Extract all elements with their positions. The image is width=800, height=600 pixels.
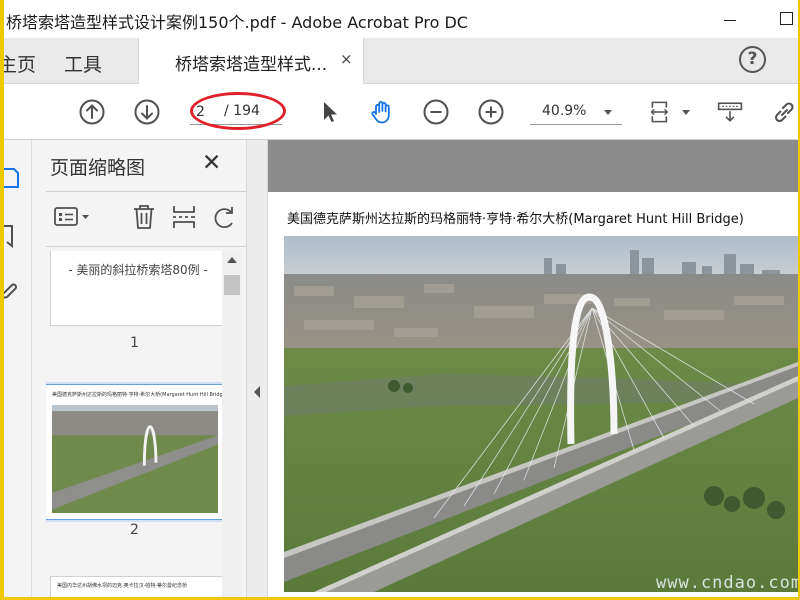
acrobat-window: 桥塔索塔造型样式设计案例150个.pdf - Adobe Acrobat Pro… <box>4 0 798 597</box>
page-number-input[interactable] <box>196 102 212 122</box>
rotate-page-icon[interactable] <box>210 203 238 231</box>
page-number-box: / 194 <box>190 99 282 125</box>
page-caption: 美国德克萨斯州达拉斯的玛格丽特·亨特·希尔大桥(Margaret Hunt Hi… <box>287 212 744 227</box>
nav-home[interactable]: 主页 <box>4 50 36 77</box>
page-fit-icon[interactable] <box>648 98 680 126</box>
chevron-left-icon[interactable] <box>254 386 260 398</box>
thumbnail-text: - 美丽的斜拉桥索塔80例 - <box>68 263 208 277</box>
extract-page-icon[interactable] <box>170 203 198 231</box>
chevron-down-icon[interactable] <box>682 110 690 115</box>
pdf-page: 美国德克萨斯州达拉斯的玛格丽特·亨特·希尔大桥(Margaret Hunt Hi… <box>268 192 798 597</box>
thumbnail-caption: 美国内华达州胡佛水坝的迈克·奥卡拉汉-帕特·蒂尔曼纪念桥 <box>57 583 187 589</box>
thumbnail-scrollbar[interactable] <box>222 251 242 597</box>
arrow-down-circle-icon[interactable] <box>133 98 161 126</box>
chevron-down-icon <box>604 110 612 115</box>
tab-bar: 主页 工具 桥塔索塔造型样式... × ? <box>4 38 798 84</box>
scrollbar-thumb[interactable] <box>224 275 240 295</box>
document-tab-label: 桥塔索塔造型样式... <box>175 55 328 75</box>
thumbnail-page-1[interactable]: - 美丽的斜拉桥索塔80例 - <box>50 251 224 326</box>
zoom-out-icon[interactable] <box>422 98 450 126</box>
zoom-in-icon[interactable] <box>477 98 505 126</box>
bridge-photo <box>284 236 798 592</box>
page-thumbnails-panel: 页面缩略图 ✕ - 美丽的斜拉桥索塔80例 - 1 美国德克萨斯州达拉斯的玛格丽… <box>32 140 246 597</box>
scroll-mode-icon[interactable] <box>716 98 748 126</box>
bookmark-icon[interactable] <box>4 224 22 248</box>
scroll-up-icon[interactable] <box>227 257 237 263</box>
select-cursor-icon[interactable] <box>316 98 344 126</box>
title-bar: 桥塔索塔造型样式设计案例150个.pdf - Adobe Acrobat Pro… <box>4 0 798 38</box>
thumbnail-caption: 美国德克萨斯州达拉斯的玛格丽特·亨特·希尔大桥(Margaret Hunt Hi… <box>52 392 228 398</box>
zoom-value: 40.9% <box>542 103 587 119</box>
minimize-button[interactable] <box>718 6 742 30</box>
main-toolbar: / 194 40.9% <box>4 84 798 140</box>
nav-tools[interactable]: 工具 <box>64 50 102 77</box>
thumbnail-bridge-photo <box>52 405 218 513</box>
previous-page-area <box>268 140 798 192</box>
delete-page-icon[interactable] <box>130 203 158 231</box>
panel-collapse-bar[interactable] <box>246 140 268 597</box>
window-title: 桥塔索塔造型样式设计案例150个.pdf - Adobe Acrobat Pro… <box>6 13 468 32</box>
document-tab[interactable]: 桥塔索塔造型样式... × <box>138 38 364 84</box>
thumbnail-list[interactable]: - 美丽的斜拉桥索塔80例 - 1 美国德克萨斯州达拉斯的玛格丽特·亨特·希尔大… <box>46 251 242 597</box>
help-icon[interactable]: ? <box>739 46 766 73</box>
thumbnail-options-icon[interactable] <box>54 203 94 231</box>
left-rail <box>4 140 32 597</box>
zoom-dropdown[interactable]: 40.9% <box>530 99 622 125</box>
arrow-up-circle-icon[interactable] <box>78 98 106 126</box>
link-icon[interactable] <box>770 98 798 126</box>
thumbnail-page-3[interactable]: 美国内华达州胡佛水坝的迈克·奥卡拉汉-帕特·蒂尔曼纪念桥 <box>50 576 224 597</box>
watermark-text: www.cndao.com <box>656 573 798 593</box>
page-thumbnails-icon[interactable] <box>4 166 22 190</box>
panel-title: 页面缩略图 <box>50 157 146 179</box>
hand-icon[interactable] <box>368 98 396 126</box>
thumbnail-page-number: 1 <box>130 335 139 351</box>
thumbnail-page-number: 2 <box>130 522 139 538</box>
panel-toolbar <box>46 191 246 247</box>
maximize-button[interactable] <box>774 6 798 30</box>
attachment-icon[interactable] <box>4 278 22 302</box>
close-panel-icon[interactable]: ✕ <box>202 150 221 176</box>
page-total: / 194 <box>224 103 260 119</box>
document-view[interactable]: 美国德克萨斯州达拉斯的玛格丽特·亨特·希尔大桥(Margaret Hunt Hi… <box>268 140 798 597</box>
thumbnail-page-2[interactable]: 美国德克萨斯州达拉斯的玛格丽特·亨特·希尔大桥(Margaret Hunt Hi… <box>46 384 228 520</box>
close-tab-icon[interactable]: × <box>340 50 353 68</box>
